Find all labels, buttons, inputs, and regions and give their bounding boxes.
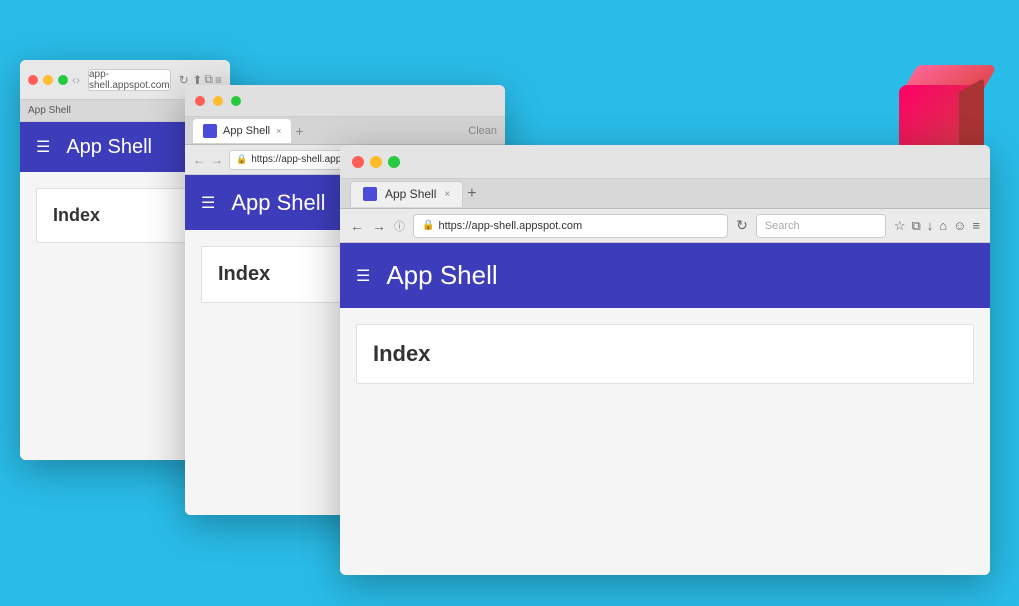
- win3-minimize-dot[interactable]: [370, 156, 382, 168]
- win3-star-icon[interactable]: ☆: [894, 218, 906, 234]
- win2-content-label: Index: [218, 263, 270, 285]
- win3-maximize-dot[interactable]: [388, 156, 400, 168]
- win3-search-placeholder: Search: [765, 220, 800, 232]
- win2-new-tab-btn[interactable]: +: [295, 123, 303, 139]
- win3-nav-icons: ☆ ⧉ ↓ ⌂ ☺ ≡: [894, 218, 980, 234]
- win1-tab-label[interactable]: App Shell: [28, 105, 71, 116]
- win2-close-dot[interactable]: [195, 96, 205, 106]
- win1-hamburger-icon[interactable]: ☰: [36, 137, 50, 157]
- win3-tab-label: App Shell: [385, 187, 436, 201]
- win2-clean-btn[interactable]: Clean: [468, 125, 497, 137]
- win3-content: ☰ App Shell Index: [340, 243, 990, 575]
- browser-window-3: App Shell × + ← → ⓘ 🔒 https://app-shell.…: [340, 145, 990, 575]
- win2-app-title: App Shell: [231, 190, 325, 216]
- win1-app-title: App Shell: [66, 136, 152, 159]
- win3-tab-close[interactable]: ×: [444, 189, 450, 200]
- win2-minimize-dot[interactable]: [213, 96, 223, 106]
- win3-hamburger-icon[interactable]: ☰: [356, 266, 370, 286]
- win1-traffic-lights: [28, 75, 68, 85]
- win1-refresh-icon[interactable]: ↻: [179, 73, 189, 87]
- win3-content-card: Index: [356, 324, 974, 384]
- win3-menu-icon[interactable]: ≡: [972, 218, 980, 234]
- win2-forward-btn[interactable]: →: [211, 153, 223, 167]
- win3-app-title: App Shell: [386, 260, 497, 291]
- win1-content-label: Index: [53, 205, 100, 225]
- win3-bookmark-icon[interactable]: ⧉: [911, 218, 920, 234]
- win1-url: app-shell.appspot.com: [89, 69, 170, 91]
- win2-chrome: [185, 85, 505, 117]
- win3-nav-bar: ← → ⓘ 🔒 https://app-shell.appspot.com ↻ …: [340, 209, 990, 243]
- win3-face-icon[interactable]: ☺: [953, 218, 966, 234]
- win3-address-box[interactable]: 🔒 https://app-shell.appspot.com: [413, 214, 728, 238]
- win3-download-icon[interactable]: ↓: [927, 218, 934, 234]
- win3-info-icon[interactable]: ⓘ: [394, 218, 405, 234]
- close-button-dot[interactable]: [28, 75, 38, 85]
- win3-tab[interactable]: App Shell ×: [350, 181, 463, 207]
- win3-close-dot[interactable]: [352, 156, 364, 168]
- win2-tab-close[interactable]: ×: [276, 126, 281, 136]
- win3-forward-btn[interactable]: →: [372, 218, 386, 234]
- win3-url: https://app-shell.appspot.com: [438, 220, 582, 232]
- maximize-button-dot[interactable]: [58, 75, 68, 85]
- win3-new-tab-btn[interactable]: +: [467, 185, 476, 203]
- win3-chrome: [340, 145, 990, 179]
- win3-back-btn[interactable]: ←: [350, 218, 364, 234]
- win2-favicon: [203, 124, 217, 138]
- win3-content-label: Index: [373, 341, 430, 366]
- win3-favicon: [363, 187, 377, 201]
- win3-refresh-btn[interactable]: ↻: [736, 217, 748, 234]
- win1-address-bar[interactable]: app-shell.appspot.com: [88, 69, 171, 91]
- win3-tab-bar: App Shell × +: [340, 179, 990, 209]
- win3-home-icon[interactable]: ⌂: [939, 218, 947, 234]
- win2-tab-bar: App Shell × + Clean: [185, 117, 505, 145]
- win3-search-box[interactable]: Search: [756, 214, 886, 238]
- win2-tab[interactable]: App Shell ×: [193, 119, 291, 143]
- win2-tab-label: App Shell: [223, 125, 270, 137]
- win2-hamburger-icon[interactable]: ☰: [201, 193, 215, 213]
- win2-lock-icon: 🔒: [236, 154, 247, 165]
- win2-back-btn[interactable]: ←: [193, 153, 205, 167]
- win3-app-header: ☰ App Shell: [340, 243, 990, 308]
- win1-nav-forward[interactable]: ›: [76, 73, 80, 87]
- win3-app-body: Index: [340, 308, 990, 575]
- win3-lock-icon: 🔒: [422, 220, 434, 231]
- minimize-button-dot[interactable]: [43, 75, 53, 85]
- win2-maximize-dot[interactable]: [231, 96, 241, 106]
